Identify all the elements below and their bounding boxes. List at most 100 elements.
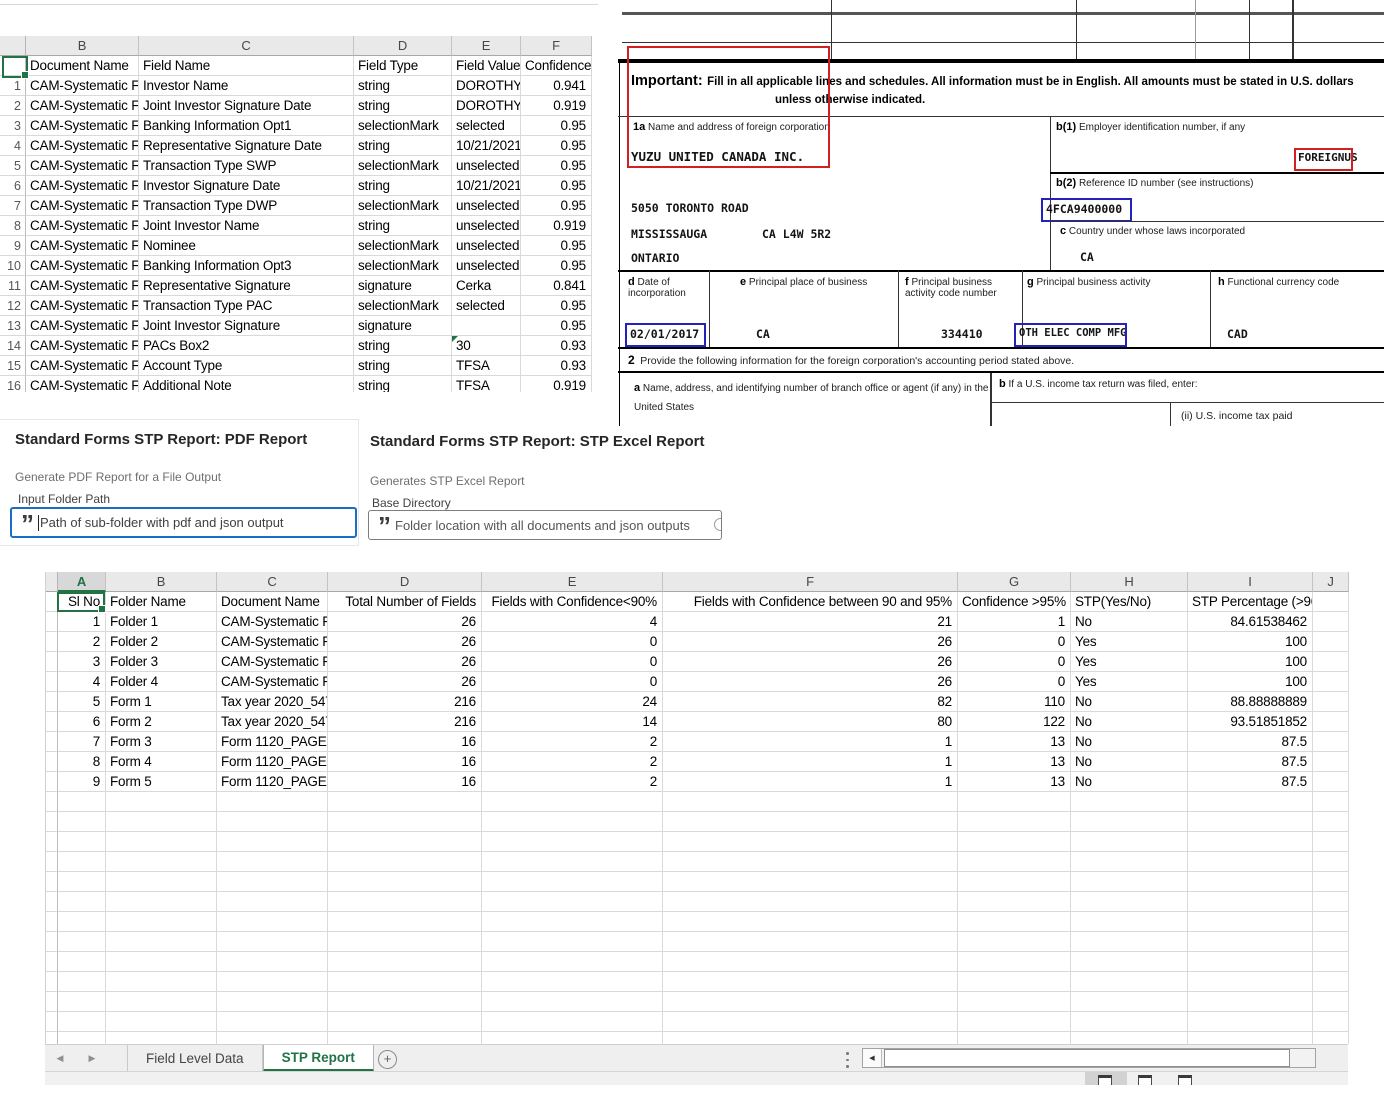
cell[interactable]: Yes [1071, 652, 1188, 672]
cell[interactable] [106, 932, 217, 952]
cell[interactable]: Tax year 2020_547 [217, 712, 328, 732]
cell[interactable] [1071, 952, 1188, 972]
cell[interactable] [1313, 1012, 1349, 1032]
cell[interactable] [328, 792, 482, 812]
cell[interactable]: No [1071, 692, 1188, 712]
cell[interactable] [328, 832, 482, 852]
cell[interactable]: No [1071, 732, 1188, 752]
row-number[interactable] [46, 672, 58, 692]
cell[interactable]: 26 [328, 612, 482, 632]
cell[interactable] [1071, 832, 1188, 852]
cell[interactable]: 24 [482, 692, 663, 712]
cell[interactable] [663, 992, 958, 1012]
cell[interactable]: No [1071, 772, 1188, 792]
cell[interactable] [482, 892, 663, 912]
cell[interactable] [1188, 1012, 1313, 1032]
scroll-left-arrow-icon[interactable]: ◀ [863, 1049, 882, 1067]
cell[interactable]: 26 [663, 672, 958, 692]
cell[interactable] [663, 952, 958, 972]
cell[interactable] [663, 892, 958, 912]
cell[interactable]: 84.61538462 [1188, 612, 1313, 632]
column-letter-F[interactable]: F [663, 572, 958, 592]
cell[interactable] [1188, 1032, 1313, 1044]
cell[interactable] [1188, 892, 1313, 912]
cell[interactable] [1313, 912, 1349, 932]
cell[interactable] [1188, 792, 1313, 812]
cell[interactable]: 16 [328, 752, 482, 772]
cell[interactable] [217, 792, 328, 812]
cell[interactable]: Form 1120_PAGE 1 [217, 732, 328, 752]
tab-scroll-right-icon[interactable]: ▶ [82, 1045, 102, 1072]
row-number[interactable] [46, 692, 58, 712]
cell[interactable]: 2 [58, 632, 106, 652]
cell[interactable]: Folder 3 [106, 652, 217, 672]
cell[interactable] [58, 952, 106, 972]
row-number[interactable] [46, 852, 58, 872]
cell[interactable] [663, 932, 958, 952]
cell[interactable]: No [1071, 612, 1188, 632]
cell[interactable] [106, 1032, 217, 1044]
cell[interactable] [958, 952, 1071, 972]
cell[interactable] [958, 912, 1071, 932]
cell[interactable] [1071, 892, 1188, 912]
cell[interactable]: Tax year 2020_547 [217, 692, 328, 712]
cell[interactable] [663, 852, 958, 872]
cell[interactable]: Folder Name [106, 592, 217, 612]
cell[interactable] [328, 892, 482, 912]
cell[interactable] [1313, 832, 1349, 852]
cell[interactable]: Document Name [217, 592, 328, 612]
row-number[interactable] [46, 912, 58, 932]
cell[interactable] [663, 792, 958, 812]
row-number[interactable] [46, 952, 58, 972]
cell[interactable] [328, 992, 482, 1012]
cell[interactable]: 26 [328, 632, 482, 652]
cell[interactable] [482, 1032, 663, 1044]
cell[interactable]: 2 [482, 752, 663, 772]
cell[interactable]: 13 [958, 732, 1071, 752]
cell[interactable]: 0 [958, 632, 1071, 652]
cell[interactable] [58, 972, 106, 992]
base-directory-field[interactable] [395, 518, 714, 533]
row-number[interactable] [46, 932, 58, 952]
column-letter-H[interactable]: H [1071, 572, 1188, 592]
cell[interactable] [482, 992, 663, 1012]
cell[interactable]: CAM-Systematic F [217, 652, 328, 672]
cell[interactable] [106, 952, 217, 972]
cell[interactable] [328, 952, 482, 972]
cell[interactable]: 1 [58, 612, 106, 632]
column-letter-A[interactable]: A [58, 572, 106, 592]
cell[interactable]: 0 [958, 652, 1071, 672]
cell[interactable] [58, 872, 106, 892]
cell[interactable]: No [1071, 752, 1188, 772]
cell[interactable]: CAM-Systematic F [217, 612, 328, 632]
cell[interactable]: 4 [482, 612, 663, 632]
row-number[interactable] [46, 772, 58, 792]
cell[interactable] [1071, 1032, 1188, 1044]
cell[interactable] [106, 872, 217, 892]
cell[interactable]: Form 2 [106, 712, 217, 732]
cell[interactable] [217, 972, 328, 992]
cell[interactable] [1313, 812, 1349, 832]
cell[interactable]: 216 [328, 712, 482, 732]
cell[interactable]: Form 3 [106, 732, 217, 752]
cell[interactable] [217, 852, 328, 872]
column-letter-D[interactable]: D [328, 572, 482, 592]
cell[interactable] [1071, 852, 1188, 872]
cell[interactable]: Yes [1071, 672, 1188, 692]
cell[interactable]: 0 [482, 652, 663, 672]
cell[interactable] [1313, 732, 1349, 752]
cell[interactable] [217, 872, 328, 892]
cell[interactable] [58, 932, 106, 952]
cell[interactable]: 87.5 [1188, 752, 1313, 772]
cell[interactable] [1188, 812, 1313, 832]
cell[interactable] [1071, 972, 1188, 992]
cell[interactable] [58, 852, 106, 872]
column-letter-E[interactable]: E [482, 572, 663, 592]
cell[interactable] [1313, 892, 1349, 912]
column-letter-C[interactable]: C [217, 572, 328, 592]
cell[interactable]: STP Percentage (>90) [1188, 592, 1313, 612]
cell[interactable] [58, 812, 106, 832]
cell[interactable]: Form 5 [106, 772, 217, 792]
cell[interactable] [958, 992, 1071, 1012]
cell[interactable] [1188, 872, 1313, 892]
